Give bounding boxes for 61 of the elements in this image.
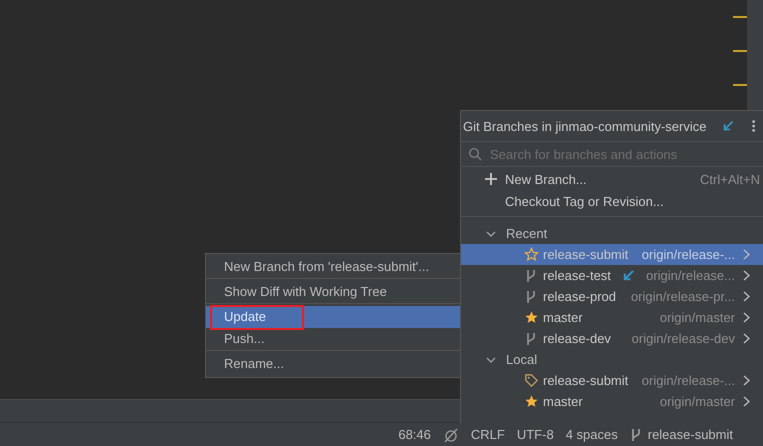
branch-row[interactable]: release-dev origin/release-dev bbox=[461, 328, 763, 349]
branch-name: master bbox=[543, 394, 583, 409]
chevron-icon[interactable] bbox=[486, 356, 496, 364]
group-label: Recent bbox=[506, 226, 548, 241]
remote-branch: origin/release... bbox=[646, 268, 735, 283]
remote-branch: origin/release-... bbox=[642, 373, 735, 388]
menu-item[interactable]: Push... bbox=[206, 328, 460, 351]
line-separator[interactable]: CRLF bbox=[470, 427, 505, 442]
star-icon bbox=[524, 247, 538, 262]
chevron-icon[interactable] bbox=[743, 291, 750, 302]
remote-branch: origin/master bbox=[660, 394, 735, 409]
branch-name: master bbox=[543, 310, 583, 325]
menu-item[interactable]: New Branch from 'release-submit'... bbox=[206, 256, 460, 279]
branch-icon bbox=[525, 288, 537, 304]
chevron-icon[interactable] bbox=[743, 249, 750, 260]
branch-name: release-dev bbox=[543, 331, 611, 346]
menu-item[interactable]: Update bbox=[206, 306, 460, 328]
encoding[interactable]: UTF-8 bbox=[516, 427, 554, 442]
branch-row[interactable]: release-submit origin/release-... bbox=[461, 370, 763, 391]
remote-branch: origin/master bbox=[660, 310, 735, 325]
plus-icon bbox=[485, 173, 497, 185]
branch-widget[interactable]: release-submit bbox=[648, 427, 733, 442]
branch-row[interactable]: release-test origin/release... bbox=[461, 265, 763, 286]
marker-icon bbox=[733, 16, 747, 18]
chevron-icon[interactable] bbox=[743, 396, 750, 407]
branch-name: release-submit bbox=[543, 247, 628, 262]
branch-name: release-test bbox=[543, 268, 611, 283]
branch-row[interactable]: release-submit origin/release-... bbox=[461, 244, 763, 265]
marker-icon bbox=[733, 50, 747, 52]
action-item[interactable]: Checkout Tag or Revision... bbox=[505, 194, 760, 208]
indent-setting[interactable]: 4 spaces bbox=[566, 427, 618, 442]
menu-item[interactable]: Rename... bbox=[206, 353, 460, 375]
star-icon bbox=[524, 310, 538, 325]
branch-icon bbox=[525, 268, 537, 284]
branch-row[interactable]: master origin/master bbox=[461, 307, 763, 328]
action-item[interactable]: New Branch... bbox=[505, 172, 700, 186]
chevron-icon[interactable] bbox=[743, 312, 750, 323]
remote-branch: origin/release-dev bbox=[632, 331, 735, 346]
shortcut-label: Ctrl+Alt+N bbox=[700, 172, 760, 186]
branch-name: release-submit bbox=[543, 373, 628, 388]
tag-icon bbox=[524, 373, 538, 388]
branch-row[interactable]: master origin/master bbox=[461, 391, 763, 412]
more-icon[interactable] bbox=[750, 118, 756, 134]
popup-title: Git Branches in jinmao-community-service bbox=[463, 118, 706, 134]
remote-branch: origin/release-... bbox=[642, 247, 735, 262]
search-icon bbox=[468, 147, 482, 161]
chevron-icon[interactable] bbox=[743, 270, 750, 281]
branch-row[interactable]: release-prod origin/release-pr... bbox=[461, 286, 763, 307]
branch-name: release-prod bbox=[543, 289, 616, 304]
chevron-icon[interactable] bbox=[743, 333, 750, 344]
group-label: Local bbox=[506, 352, 538, 367]
branch-icon bbox=[525, 330, 537, 346]
arrow-icon[interactable] bbox=[722, 119, 735, 133]
remote-branch: origin/release-pr... bbox=[630, 289, 735, 304]
star-icon bbox=[524, 394, 538, 409]
chevron-icon[interactable] bbox=[486, 230, 496, 238]
marker-icon bbox=[733, 84, 747, 86]
branch-icon bbox=[630, 426, 642, 442]
menu-item[interactable]: Show Diff with Working Tree bbox=[206, 281, 460, 304]
caret-position[interactable]: 68:46 bbox=[398, 427, 431, 442]
chevron-icon[interactable] bbox=[743, 375, 750, 386]
